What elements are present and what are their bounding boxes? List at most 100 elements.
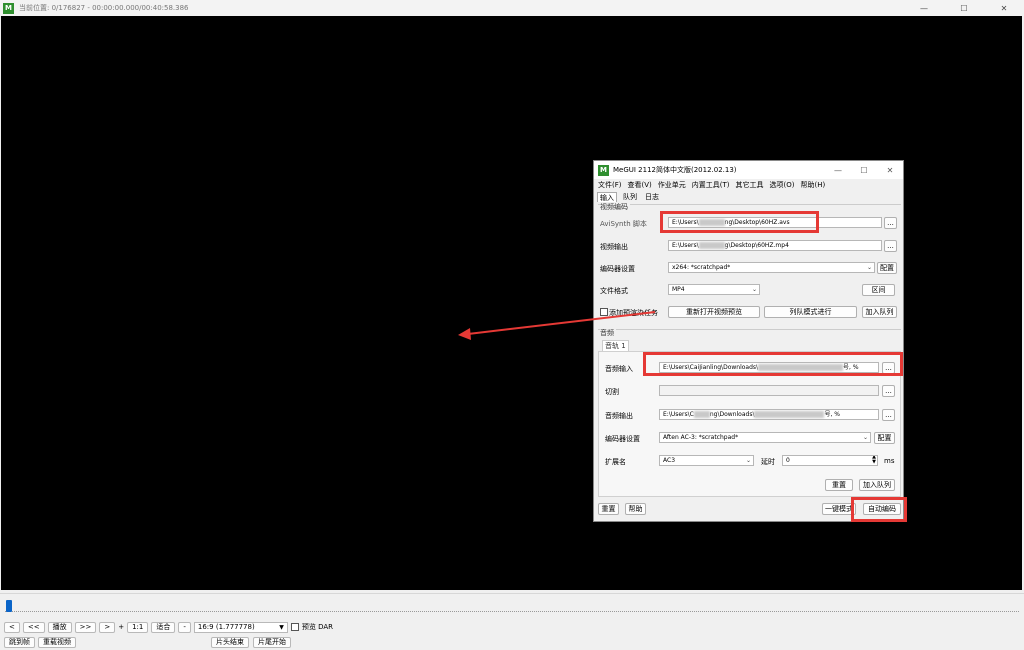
next-frame-button[interactable]: >	[99, 621, 116, 633]
spinner-arrows-icon[interactable]: ▲ ▼	[872, 456, 876, 465]
dialog-menubar: 文件(F) 查看(V) 作业单元 内置工具(T) 其它工具 选项(O) 帮助(H…	[596, 180, 825, 191]
audio-reset-button[interactable]: 重置	[825, 479, 853, 491]
reload-video-button[interactable]: 重载视频	[38, 636, 76, 648]
seek-bar[interactable]	[0, 593, 1024, 617]
maximize-icon[interactable]: ☐	[944, 0, 984, 16]
zoom-out-button[interactable]: -	[178, 621, 191, 633]
delay-input[interactable]: 0 ▲ ▼	[782, 455, 878, 466]
video-encoder-value: x264: *scratchpad*	[672, 264, 731, 271]
minimize-icon[interactable]: —	[904, 0, 944, 16]
chevron-down-icon: ⌄	[751, 286, 757, 293]
audio-output-prefix: E:\Users\C	[663, 411, 694, 418]
cut-browse-button[interactable]: ...	[882, 385, 895, 397]
cut-label: 切割	[605, 388, 619, 396]
chevron-down-icon: ▼	[279, 623, 284, 631]
menu-help[interactable]: 帮助(H)	[801, 180, 826, 191]
help-button[interactable]: 帮助	[625, 503, 646, 515]
video-output-browse-button[interactable]: ...	[884, 240, 897, 252]
outro-start-button[interactable]: 片尾开始	[253, 636, 291, 648]
video-config-button[interactable]: 配置	[877, 262, 897, 274]
redacted-username	[693, 411, 710, 418]
highlight-auto-encode	[851, 497, 907, 522]
add-render-task-checkbox[interactable]	[600, 308, 608, 316]
avisynth-browse-button[interactable]: ...	[884, 217, 897, 229]
highlight-avisynth	[660, 211, 819, 233]
delay-value: 0	[786, 457, 790, 464]
close-icon[interactable]: ✕	[984, 0, 1024, 16]
chevron-down-icon: ⌄	[866, 264, 872, 271]
extension-select[interactable]: AC3 ⌄	[659, 455, 754, 466]
menu-file[interactable]: 文件(F)	[598, 180, 622, 191]
video-output-label: 视频输出	[600, 243, 628, 251]
window-titlebar: M 当前位置: 0/176827 - 00:00:00.000/00:40:58…	[0, 0, 1024, 16]
tab-input[interactable]: 输入	[597, 192, 617, 202]
menu-view[interactable]: 查看(V)	[628, 180, 652, 191]
add-render-task-label: 添加预渲染任务	[609, 309, 658, 317]
menu-builtin-tools[interactable]: 内置工具(T)	[692, 180, 730, 191]
dialog-caption-buttons: — ☐ ✕	[825, 161, 903, 179]
aspect-ratio-select[interactable]: 16:9 (1.777778) ▼	[193, 621, 288, 633]
delay-unit: ms	[884, 457, 895, 465]
file-format-select[interactable]: MP4 ⌄	[668, 284, 760, 295]
audio-output-browse-button[interactable]: ...	[882, 409, 895, 421]
maximize-icon[interactable]: ☐	[851, 161, 877, 179]
redacted-username	[698, 242, 725, 249]
megui-app-icon: M	[3, 2, 14, 14]
extension-label: 扩展名	[605, 458, 626, 466]
window-caption-buttons: — ☐ ✕	[904, 0, 1024, 16]
chevron-down-icon: ⌄	[862, 434, 868, 441]
playback-controls: < << 播放 >> > + 1:1 适合 - 16:9 (1.777778) …	[4, 621, 333, 633]
megui-app-icon: M	[598, 164, 609, 176]
menu-job-unit[interactable]: 作业单元	[658, 180, 686, 191]
frame-controls: 跳到帧 重载视频	[4, 636, 76, 648]
reset-button[interactable]: 重置	[598, 503, 619, 515]
audio-output-label: 音频输出	[605, 412, 633, 420]
region-button[interactable]: 区间	[862, 284, 895, 296]
prev-frame-button[interactable]: <	[4, 621, 20, 633]
reopen-preview-button[interactable]: 重新打开视频预览	[668, 306, 760, 318]
seek-thumb[interactable]	[6, 600, 12, 612]
audio-encoder-value: Aften AC-3: *scratchpad*	[663, 434, 739, 441]
audio-input-label: 音频输入	[605, 365, 633, 373]
fit-button[interactable]: 适合	[151, 621, 176, 633]
minimize-icon[interactable]: —	[825, 161, 851, 179]
rewind-button[interactable]: <<	[22, 621, 45, 633]
aspect-ratio-value: 16:9 (1.777778)	[197, 623, 255, 631]
video-output-input[interactable]: E:\Users\ g\Desktop\60HZ.mp4	[668, 240, 882, 251]
extension-value: AC3	[663, 457, 676, 464]
tab-log[interactable]: 日志	[643, 192, 661, 202]
menu-options[interactable]: 选项(O)	[770, 180, 795, 191]
highlight-audio-input	[643, 352, 903, 376]
file-format-label: 文件格式	[600, 287, 628, 295]
audio-output-input[interactable]: E:\Users\C ng\Downloads\ 号, %	[659, 409, 879, 420]
audio-encoder-select[interactable]: Aften AC-3: *scratchpad* ⌄	[659, 432, 871, 443]
preview-dar-checkbox[interactable]	[290, 623, 299, 631]
file-format-value: MP4	[672, 286, 685, 293]
window-title: 当前位置: 0/176827 - 00:00:00.000/00:40:58.3…	[19, 4, 189, 12]
video-output-prefix: E:\Users\	[672, 242, 699, 249]
video-add-to-queue-button[interactable]: 加入队列	[862, 306, 897, 318]
audio-add-to-queue-button[interactable]: 加入队列	[859, 479, 895, 491]
menu-other-tools[interactable]: 其它工具	[736, 180, 764, 191]
zoom-in-button[interactable]: +	[118, 623, 124, 631]
video-encoder-select[interactable]: x264: *scratchpad* ⌄	[668, 262, 875, 273]
audio-config-button[interactable]: 配置	[874, 432, 895, 444]
chevron-down-icon: ⌄	[745, 457, 751, 464]
jump-to-frame-button[interactable]: 跳到帧	[4, 636, 35, 648]
play-button[interactable]: 播放	[47, 621, 72, 633]
video-encoding-label: 视频编码	[600, 202, 630, 212]
video-output-suffix: g\Desktop\60HZ.mp4	[724, 242, 789, 249]
queue-mode-button[interactable]: 列队模式进行	[764, 306, 857, 318]
megui-dialog: M MeGUI 2112简体中文版(2012.02.13) — ☐ ✕ 文件(F…	[593, 160, 907, 522]
dialog-title: MeGUI 2112简体中文版(2012.02.13)	[613, 166, 737, 174]
audio-output-suffix: 号, %	[824, 411, 840, 418]
video-encoder-settings-label: 编码器设置	[600, 265, 635, 273]
close-icon[interactable]: ✕	[877, 161, 903, 179]
tab-queue[interactable]: 队列	[621, 192, 639, 202]
cut-input[interactable]	[659, 385, 879, 396]
tab-audio-track-1[interactable]: 音轨 1	[602, 340, 629, 351]
ratio-1-1-button[interactable]: 1:1	[127, 621, 149, 633]
audio-label: 音频	[600, 328, 616, 338]
intro-end-button[interactable]: 片头结束	[211, 636, 249, 648]
fast-forward-button[interactable]: >>	[74, 621, 97, 633]
